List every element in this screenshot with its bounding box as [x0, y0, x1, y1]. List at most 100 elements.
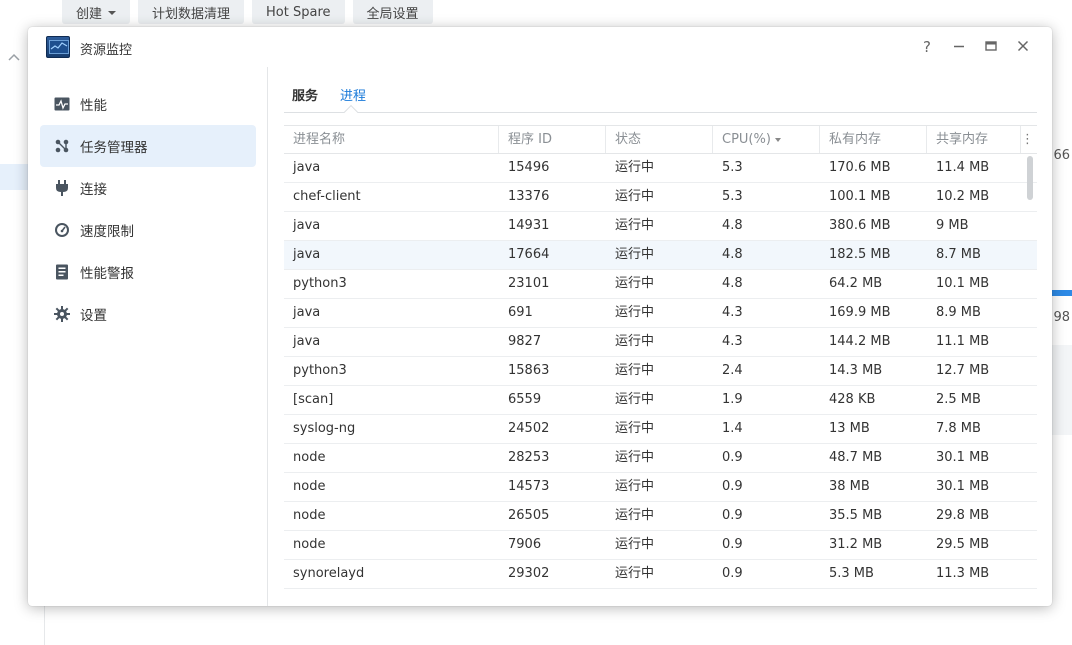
cell-process-name: node: [293, 537, 326, 552]
minimize-button[interactable]: [950, 38, 968, 56]
cell-private-memory: 38 MB: [829, 479, 870, 494]
table-row[interactable]: node 28253 运行中 0.9 48.7 MB 30.1 MB: [284, 444, 1037, 473]
alert-report-icon: [54, 264, 70, 280]
sidebar-item-label: 性能: [80, 98, 107, 114]
cell-shared-memory: 29.8 MB: [936, 508, 990, 523]
table-row[interactable]: java 9827 运行中 4.3 144.2 MB 11.1 MB: [284, 328, 1037, 357]
cell-pid: 17664: [508, 247, 550, 262]
table-row[interactable]: java 15496 运行中 5.3 170.6 MB 11.4 MB: [284, 154, 1037, 183]
background-value-1: 66: [1053, 148, 1070, 163]
cell-shared-memory: 11.4 MB: [936, 160, 990, 175]
sidebar-item-label: 性能警报: [80, 266, 134, 282]
cell-shared-memory: 8.7 MB: [936, 247, 981, 262]
schedule-cleanup-button[interactable]: 计划数据清理: [138, 0, 245, 24]
column-header-cpu[interactable]: CPU(%): [713, 126, 820, 153]
cell-cpu: 4.8: [722, 276, 743, 291]
column-menu-icon[interactable]: ⋮: [1021, 126, 1034, 153]
cell-pid: 691: [508, 305, 533, 320]
sidebar-item-label: 速度限制: [80, 224, 134, 240]
cell-process-name: synorelayd: [293, 566, 365, 581]
cell-cpu: 0.9: [722, 508, 743, 523]
cell-status: 运行中: [615, 334, 655, 349]
cell-private-memory: 35.5 MB: [829, 508, 883, 523]
cell-private-memory: 144.2 MB: [829, 334, 891, 349]
cell-pid: 29302: [508, 566, 550, 581]
column-header-private-memory[interactable]: 私有内存: [820, 126, 927, 153]
cell-process-name: java: [293, 305, 321, 320]
table-scrollbar[interactable]: [1027, 156, 1033, 200]
table-row[interactable]: [scan] 6559 运行中 1.9 428 KB 2.5 MB: [284, 386, 1037, 415]
column-header-pid[interactable]: 程序 ID: [499, 126, 606, 153]
cell-pid: 28253: [508, 450, 550, 465]
cell-private-memory: 5.3 MB: [829, 566, 874, 581]
cell-status: 运行中: [615, 392, 655, 407]
cell-status: 运行中: [615, 247, 655, 262]
cell-pid: 26505: [508, 508, 550, 523]
cell-cpu: 4.8: [722, 247, 743, 262]
cell-pid: 14931: [508, 218, 550, 233]
cell-cpu: 5.3: [722, 160, 743, 175]
sidebar-item-performance[interactable]: 性能: [40, 83, 256, 125]
cell-status: 运行中: [615, 566, 655, 581]
column-header-cpu-label: CPU(%): [722, 132, 771, 147]
sidebar-item-performance-alerts[interactable]: 性能警报: [40, 251, 256, 293]
cell-pid: 23101: [508, 276, 550, 291]
window-titlebar[interactable]: 资源监控 ?: [28, 27, 1052, 67]
help-button[interactable]: ?: [918, 38, 936, 56]
schedule-cleanup-label: 计划数据清理: [152, 6, 231, 22]
sidebar-item-speed-limit[interactable]: 速度限制: [40, 209, 256, 251]
table-header: 进程名称 程序 ID 状态 CPU(%) 私有内存 共享内存 ⋮: [284, 125, 1037, 154]
sidebar-item-connections[interactable]: 连接: [40, 167, 256, 209]
global-settings-button[interactable]: 全局设置: [352, 0, 433, 24]
speedometer-icon: [54, 222, 70, 238]
cell-status: 运行中: [615, 450, 655, 465]
performance-icon: [54, 96, 70, 112]
table-body: java 15496 运行中 5.3 170.6 MB 11.4 MB chef-clien…: [284, 154, 1037, 595]
cell-shared-memory: 11.1 MB: [936, 334, 990, 349]
cell-shared-memory: 30.1 MB: [936, 450, 990, 465]
table-row[interactable]: java 17664 运行中 4.8 182.5 MB 8.7 MB: [284, 241, 1037, 270]
table-row[interactable]: python3 23101 运行中 4.8 64.2 MB 10.1 MB: [284, 270, 1037, 299]
table-row[interactable]: chef-client 13376 运行中 5.3 100.1 MB 10.2 MB: [284, 183, 1037, 212]
table-row[interactable]: syslog-ng 24502 运行中 1.4 13 MB 7.8 MB: [284, 415, 1037, 444]
cell-cpu: 2.4: [722, 363, 743, 378]
cell-cpu: 4.3: [722, 334, 743, 349]
sidebar-item-settings[interactable]: 设置: [40, 293, 256, 335]
cell-shared-memory: 9 MB: [936, 218, 969, 233]
cell-shared-memory: 10.2 MB: [936, 189, 990, 204]
cell-shared-memory: 11.3 MB: [936, 566, 990, 581]
table-row[interactable]: python3 15863 运行中 2.4 14.3 MB 12.7 MB: [284, 357, 1037, 386]
table-row[interactable]: java 14931 运行中 4.8 380.6 MB 9 MB: [284, 212, 1037, 241]
table-row[interactable]: synorelayd 29302 运行中 0.9 5.3 MB 11.3 MB: [284, 560, 1037, 589]
chevron-up-icon[interactable]: [8, 50, 20, 64]
cell-cpu: 0.9: [722, 479, 743, 494]
resource-monitor-app-icon: [46, 36, 70, 58]
cell-cpu: 1.9: [722, 392, 743, 407]
cell-cpu: 5.3: [722, 189, 743, 204]
column-header-shared-memory[interactable]: 共享内存: [927, 126, 1021, 153]
close-button[interactable]: [1014, 38, 1032, 56]
column-header-status[interactable]: 状态: [606, 126, 713, 153]
cell-pid: 14573: [508, 479, 550, 494]
create-button[interactable]: 创建: [62, 0, 131, 24]
cell-private-memory: 170.6 MB: [829, 160, 891, 175]
maximize-button[interactable]: [982, 38, 1000, 56]
table-row[interactable]: node 14573 运行中 0.9 38 MB 30.1 MB: [284, 473, 1037, 502]
cell-process-name: [scan]: [293, 392, 334, 407]
table-row[interactable]: node 7906 运行中 0.9 31.2 MB 29.5 MB: [284, 531, 1037, 560]
column-header-process-name[interactable]: 进程名称: [284, 126, 499, 153]
cell-status: 运行中: [615, 363, 655, 378]
table-row[interactable]: java 691 运行中 4.3 169.9 MB 8.9 MB: [284, 299, 1037, 328]
tab-processes[interactable]: 进程: [340, 85, 366, 104]
cell-shared-memory: 7.8 MB: [936, 421, 981, 436]
cell-private-memory: 380.6 MB: [829, 218, 891, 233]
hot-spare-button[interactable]: Hot Spare: [252, 0, 345, 24]
cell-cpu: 1.4: [722, 421, 743, 436]
cell-process-name: python3: [293, 363, 347, 378]
tab-services[interactable]: 服务: [292, 85, 318, 104]
cell-status: 运行中: [615, 276, 655, 291]
table-row[interactable]: node 26505 运行中 0.9 35.5 MB 29.8 MB: [284, 502, 1037, 531]
cell-private-memory: 13 MB: [829, 421, 870, 436]
cell-process-name: python3: [293, 276, 347, 291]
sidebar-item-task-manager[interactable]: 任务管理器: [40, 125, 256, 167]
